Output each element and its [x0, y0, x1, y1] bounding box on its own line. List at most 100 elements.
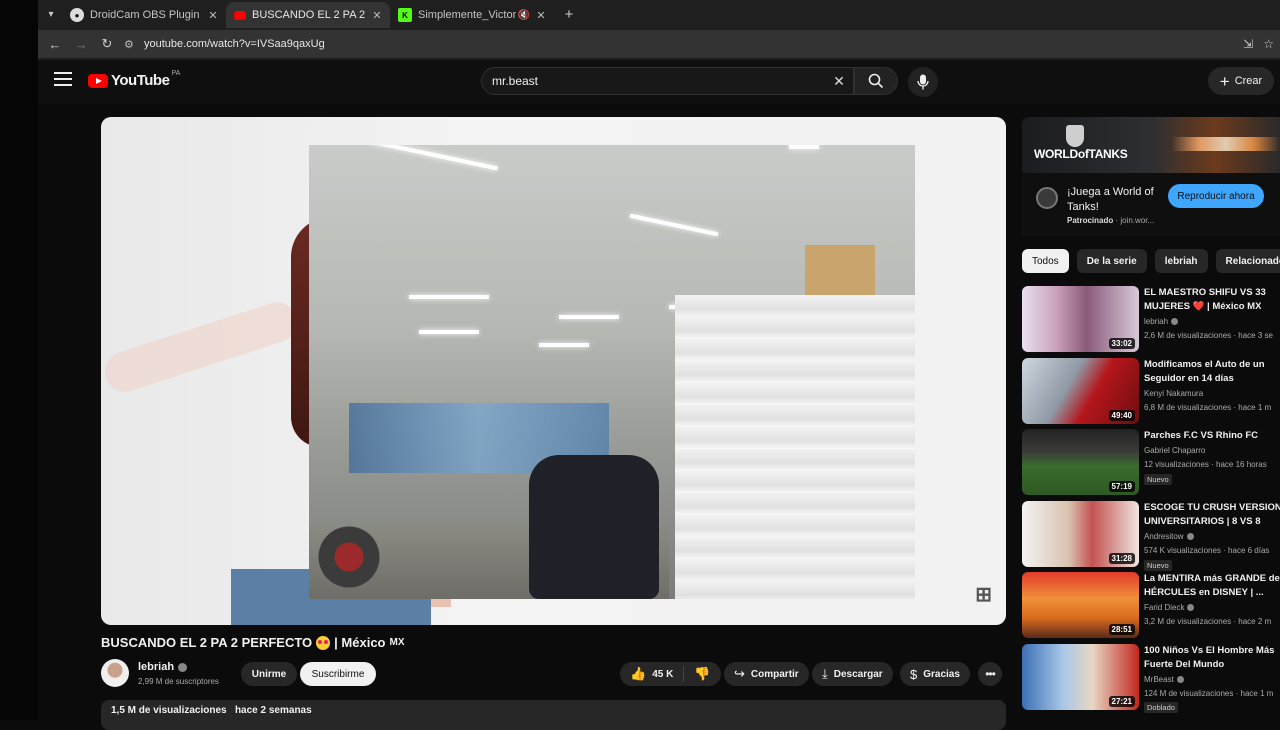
wot-shield-icon — [1066, 125, 1084, 147]
new-tab-button[interactable]: + — [558, 6, 580, 23]
list-item[interactable]: 28:51 La MENTIRA más GRANDE de HÉRCULES … — [1022, 572, 1280, 644]
voice-search-button[interactable] — [908, 67, 938, 97]
tab-droidcam[interactable]: ● DroidCam OBS Plugin | Dev47A ✕ — [62, 2, 226, 28]
channel-watermark-icon[interactable]: ⊞ — [975, 582, 992, 607]
verified-check-icon — [1176, 675, 1184, 683]
search-button[interactable] — [854, 67, 898, 95]
video-thumbnail[interactable]: 27:21 — [1022, 643, 1139, 710]
advertiser-avatar[interactable] — [1036, 187, 1058, 209]
thanks-button[interactable]: $ Gracias — [900, 662, 970, 686]
rec-meta: 6,8 M de visualizaciones · hace 1 m — [1144, 402, 1272, 412]
chip-all[interactable]: Todos — [1022, 249, 1069, 273]
super-thanks-icon: $ — [910, 666, 918, 682]
share-button[interactable]: ↪ Compartir — [724, 662, 809, 686]
browser-chrome: ▾ ● DroidCam OBS Plugin | Dev47A ✕ BUSCA… — [38, 0, 1280, 60]
rec-title-line2: UNIVERSITARIOS | 8 VS 8 — [1144, 515, 1261, 527]
tab-title: DroidCam OBS Plugin | Dev47A — [90, 9, 202, 21]
duration: 33:02 — [1108, 338, 1135, 349]
view-count: 1,5 M de visualizaciones — [111, 705, 227, 716]
rec-title-line2: Seguidor en 14 días — [1144, 372, 1234, 384]
list-item[interactable]: 33:02 EL MAESTRO SHIFU VS 33 MUJERES ❤️ … — [1022, 286, 1280, 358]
close-icon[interactable]: ✕ — [206, 9, 220, 22]
left-edge — [0, 0, 38, 720]
chip-related[interactable]: Relacionados — [1215, 249, 1280, 273]
tab-youtube[interactable]: BUSCANDO EL 2 PA 2 PERFECTO ✕ — [226, 2, 390, 28]
rec-channel: Kenyi Nakamura — [1144, 389, 1203, 398]
channel-name[interactable]: lebriah — [138, 661, 188, 673]
tab-bar: ▾ ● DroidCam OBS Plugin | Dev47A ✕ BUSCA… — [38, 0, 1280, 28]
create-button[interactable]: + Crear — [1208, 67, 1274, 95]
url-bar[interactable]: ⚙ youtube.com/watch?v=IVSaa9qaxUg — [124, 32, 1243, 56]
more-actions-icon[interactable]: ••• — [978, 662, 1002, 686]
like-dislike-group: 👍 45 K 👎 — [620, 662, 721, 686]
download-button[interactable]: ⤓ Descargar — [812, 662, 893, 686]
menu-icon[interactable] — [54, 72, 72, 86]
list-item[interactable]: 27:21 100 Niños Vs El Hombre Más Fuerte … — [1022, 643, 1280, 716]
github-icon: ● — [70, 8, 84, 22]
play-now-button[interactable]: Reproducir ahora — [1168, 184, 1264, 208]
like-button[interactable]: 👍 45 K — [620, 662, 683, 686]
list-item[interactable]: 57:19 Parches F.C VS Rhino FC Gabriel Ch… — [1022, 429, 1280, 501]
list-item[interactable]: 31:28 ESCOGE TU CRUSH VERSION UNIVERSITA… — [1022, 500, 1280, 573]
youtube-logo[interactable]: YouTube PA — [88, 70, 180, 89]
sponsored-ad[interactable]: WORLDofTANKS ¡Juega a World of Tanks! Pa… — [1022, 117, 1280, 237]
tab-kick[interactable]: K Simplemente_Victorrr Strea 🔇 ✕ — [390, 2, 554, 28]
ad-text[interactable]: ¡Juega a World of Tanks! — [1067, 185, 1177, 215]
download-icon: ⤓ — [822, 666, 828, 681]
thumbs-up-icon: 👍 — [630, 666, 647, 681]
video-thumbnail[interactable]: 33:02 — [1022, 286, 1139, 352]
rec-channel-name: Andresitow — [1144, 531, 1184, 541]
duration: 49:40 — [1108, 409, 1135, 421]
chip-channel[interactable]: lebriah — [1154, 249, 1208, 273]
video-thumbnail[interactable]: 28:51 — [1022, 572, 1139, 638]
rec-meta: 124 M de visualizaciones · hace 1 m — [1144, 688, 1274, 698]
list-item[interactable]: 49:40 Modificamos el Auto de un Seguidor… — [1022, 357, 1280, 430]
forward-arrow-icon[interactable]: → — [68, 37, 94, 52]
channel-avatar[interactable] — [101, 659, 129, 687]
rec-channel-name: Gabriel Chaparro — [1144, 446, 1206, 455]
reload-icon[interactable]: ↻ — [94, 36, 120, 52]
heart-eyes-emoji-icon — [316, 635, 331, 650]
download-label: Descargar — [833, 668, 883, 680]
close-icon[interactable]: ✕ — [534, 9, 548, 22]
back-arrow-icon[interactable]: ← — [42, 37, 68, 52]
verified-check-icon — [1187, 604, 1195, 611]
video-thumbnail[interactable]: 49:40 — [1022, 357, 1139, 424]
bookmark-star-icon[interactable]: ☆ — [1263, 37, 1274, 51]
rec-channel-name: MrBeast — [1144, 674, 1174, 684]
share-label: Compartir — [750, 668, 799, 680]
description-box[interactable]: 1,5 M de visualizaciones hace 2 semanas — [101, 700, 1006, 730]
tab-list-chevron-icon[interactable]: ▾ — [40, 3, 62, 25]
video-thumbnail[interactable]: 31:28 — [1022, 500, 1139, 567]
video-thumbnail[interactable]: 57:19 — [1022, 429, 1139, 495]
thumbs-down-icon: 👎 — [694, 666, 711, 681]
share-arrow-icon: ↪ — [734, 666, 745, 681]
rec-meta: 3,2 M de visualizaciones · hace 2 m — [1144, 617, 1272, 626]
sponsored-label: Patrocinado — [1067, 216, 1114, 225]
youtube-header: YouTube PA mr.beast ✕ + Crear — [38, 60, 1280, 104]
duration: 31:28 — [1108, 552, 1135, 564]
close-icon[interactable]: ✕ — [370, 9, 384, 22]
address-bar-row: ← → ↻ ⚙ youtube.com/watch?v=IVSaa9qaxUg … — [38, 30, 1280, 58]
youtube-play-icon — [88, 73, 108, 88]
recommendations-list: 33:02 EL MAESTRO SHIFU VS 33 MUJERES ❤️ … — [1022, 286, 1280, 715]
new-badge: Nuevo — [1144, 559, 1172, 571]
rec-channel: Andresitow — [1144, 532, 1194, 541]
subscriber-count: 2,99 M de suscriptores — [138, 677, 219, 686]
muted-speaker-icon[interactable]: 🔇 — [518, 10, 530, 21]
verified-check-icon — [1186, 532, 1194, 540]
join-button[interactable]: Unirme — [241, 662, 297, 686]
dislike-button[interactable]: 👎 — [684, 662, 720, 686]
install-app-icon[interactable]: ⇲ — [1243, 37, 1253, 51]
clear-search-icon[interactable]: ✕ — [825, 73, 853, 90]
video-title-suffix: | México — [334, 635, 386, 650]
site-info-icon[interactable]: ⚙ — [124, 38, 144, 51]
video-player[interactable]: ⊞ — [101, 117, 1006, 625]
ad-banner[interactable]: WORLDofTANKS — [1022, 117, 1280, 173]
tab-title: BUSCANDO EL 2 PA 2 PERFECTO — [252, 9, 366, 21]
subscribe-button[interactable]: Suscribirme — [300, 662, 376, 686]
search-input[interactable]: mr.beast ✕ — [481, 67, 854, 95]
microphone-icon — [917, 74, 929, 90]
rec-channel-name: lebriah — [1144, 317, 1169, 326]
chip-from-series[interactable]: De la serie — [1076, 249, 1147, 273]
